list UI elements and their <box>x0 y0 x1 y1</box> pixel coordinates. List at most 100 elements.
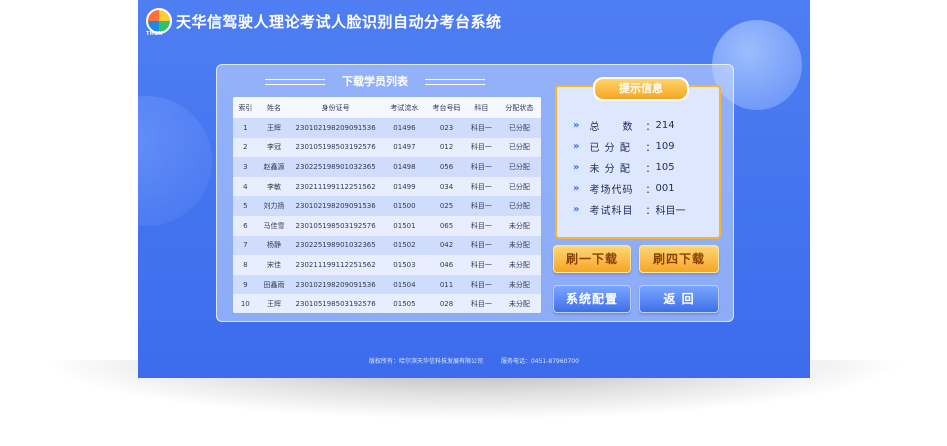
table-cell: 宋佳 <box>257 255 291 275</box>
student-table: 索引 姓名 身份证号 考试流水 考台号码 科目 分配状态 1 王辉 23010219… <box>233 97 541 313</box>
chevron-right-icon: » <box>573 141 580 152</box>
table-cell: 230211199112251562 <box>290 176 381 197</box>
table-cell: 8 <box>233 255 258 275</box>
info-list: » 总 数： 214» 已 分 配： 109» 未 分 配： 105» 考场代码： 001» 考试… <box>573 115 711 220</box>
table-cell: 1 <box>233 118 258 138</box>
info-separator: ： <box>645 206 656 217</box>
table-cell: 科目一 <box>464 176 498 197</box>
chevron-right-icon: » <box>573 183 580 194</box>
info-separator: ： <box>645 122 656 133</box>
table-cell: 01497 <box>380 137 429 158</box>
table-cell: 230102198209091536 <box>290 118 381 138</box>
download-4-button[interactable]: 刷四下载 <box>639 245 719 273</box>
download-1-button[interactable]: 刷一下载 <box>553 245 631 273</box>
table-cell: 科目一 <box>464 196 498 216</box>
table-cell: 已分配 <box>497 176 541 197</box>
table-cell: 046 <box>428 255 465 275</box>
info-label: 未 分 配 <box>589 164 631 175</box>
info-value: 214 <box>655 120 675 131</box>
table-cell: 杨静 <box>257 235 291 256</box>
table-cell: 7 <box>233 235 258 256</box>
table-cell: 田鑫雨 <box>257 274 291 295</box>
table-cell: 028 <box>428 294 465 313</box>
info-row: » 未 分 配 ： 105 <box>573 157 711 178</box>
info-row: » 总 数 ： 214 <box>573 115 711 136</box>
info-separator: ： <box>645 164 656 175</box>
table-cell: 230105198503192576 <box>290 294 381 313</box>
table-cell: 230102198209091536 <box>290 274 381 295</box>
chevron-right-icon: » <box>573 204 580 215</box>
app-screen: THCN 天华信驾驶人理论考试人脸识别自动分考台系统 下载学员列表 索引 姓名 … <box>138 0 810 378</box>
table-cell: 230225198901032365 <box>290 157 381 177</box>
info-row: » 考试科目 ：科目一 <box>573 199 711 220</box>
table-cell: 10 <box>233 294 258 313</box>
table-cell: 230105198503192576 <box>290 137 381 158</box>
back-button[interactable]: 返 回 <box>639 285 719 313</box>
table-cell: 科目一 <box>464 118 498 138</box>
table-cell: 042 <box>428 235 465 256</box>
table-row[interactable]: 9 田鑫雨 230102198209091536 01504 011 科目一 未分配 <box>233 274 541 295</box>
table-cell: 已分配 <box>497 137 541 158</box>
info-label: 总 数 <box>589 122 634 133</box>
table-cell: 01498 <box>380 157 429 177</box>
table-cell: 3 <box>233 157 258 177</box>
table-cell: 2 <box>233 137 258 158</box>
table-cell: 011 <box>428 274 465 295</box>
table-row[interactable]: 1 王辉 230102198209091536 01496 023 科目一 已分配 <box>233 118 541 138</box>
table-cell: 230105198503192576 <box>290 215 381 236</box>
service-phone-text: 服务电话：0451-87960700 <box>500 358 579 365</box>
info-label: 考试科目 <box>589 206 634 217</box>
table-cell: 未分配 <box>497 215 541 236</box>
column-header: 分配状态 <box>497 97 541 118</box>
table-cell: 01503 <box>380 255 429 275</box>
table-cell: 科目一 <box>464 215 498 236</box>
table-row[interactable]: 8 宋佳 230211199112251562 01503 046 科目一 未分配 <box>233 255 541 275</box>
chevron-right-icon: » <box>573 162 580 173</box>
table-cell: 01496 <box>380 118 429 138</box>
table-cell: 赵鑫源 <box>257 157 291 177</box>
table-cell: 4 <box>233 176 258 197</box>
table-cell: 科目一 <box>464 235 498 256</box>
table-row[interactable]: 4 李敏 230211199112251562 01499 034 科目一 已分配 <box>233 176 541 197</box>
copyright-text: 版权所有：哈尔滨天华信科技发展有限公司 <box>369 358 484 365</box>
table-cell: 025 <box>428 196 465 216</box>
table-cell: 01502 <box>380 235 429 256</box>
column-header: 身份证号 <box>290 97 381 118</box>
table-cell: 6 <box>233 215 258 236</box>
info-row: » 已 分 配 ： 109 <box>573 136 711 157</box>
info-row: » 考场代码 ： 001 <box>573 178 711 199</box>
table-row[interactable]: 2 李冠 230105198503192576 01497 012 科目一 已分配 <box>233 137 541 158</box>
info-panel: 提示信息 » 总 数： 214» 已 分 配： 109» 未 分 配： 105» 考场代码： 0… <box>555 77 721 239</box>
app-title: 天华信驾驶人理论考试人脸识别自动分考台系统 <box>176 13 502 31</box>
table-cell: 未分配 <box>497 255 541 275</box>
column-header: 考台号码 <box>428 97 465 118</box>
column-header: 科目 <box>464 97 498 118</box>
table-cell: 230102198209091536 <box>290 196 381 216</box>
table-cell: 056 <box>428 157 465 177</box>
info-value: 109 <box>655 141 675 152</box>
footer: 版权所有：哈尔滨天华信科技发展有限公司 服务电话：0451-87960700 <box>138 356 810 365</box>
table-row[interactable]: 6 马佳雪 230105198503192576 01501 065 科目一 未分配 <box>233 215 541 236</box>
table-row[interactable]: 3 赵鑫源 230225198901032365 01498 056 科目一 已分配 <box>233 157 541 177</box>
logo-text: THCN <box>146 31 163 37</box>
table-cell: 5 <box>233 196 258 216</box>
table-row[interactable]: 10 王辉 230105198503192576 01505 028 科目一 未分配 <box>233 294 541 313</box>
info-value: 105 <box>655 162 675 173</box>
info-value: 科目一 <box>655 206 686 217</box>
table-cell: 012 <box>428 137 465 158</box>
table-row[interactable]: 7 杨静 230225198901032365 01502 042 科目一 未分配 <box>233 235 541 256</box>
info-label: 已 分 配 <box>589 143 631 154</box>
table-cell: 未分配 <box>497 235 541 256</box>
info-separator: ： <box>645 143 656 154</box>
table-cell: 科目一 <box>464 255 498 275</box>
table-cell: 李敏 <box>257 176 291 197</box>
table-cell: 230211199112251562 <box>290 255 381 275</box>
info-separator: ： <box>645 185 656 196</box>
table-cell: 01500 <box>380 196 429 216</box>
table-cell: 已分配 <box>497 196 541 216</box>
chevron-right-icon: » <box>573 120 580 131</box>
table-cell: 科目一 <box>464 137 498 158</box>
table-row[interactable]: 5 刘力扬 230102198209091536 01500 025 科目一 已分配 <box>233 196 541 216</box>
table-cell: 9 <box>233 274 258 295</box>
system-config-button[interactable]: 系统配置 <box>553 285 631 313</box>
